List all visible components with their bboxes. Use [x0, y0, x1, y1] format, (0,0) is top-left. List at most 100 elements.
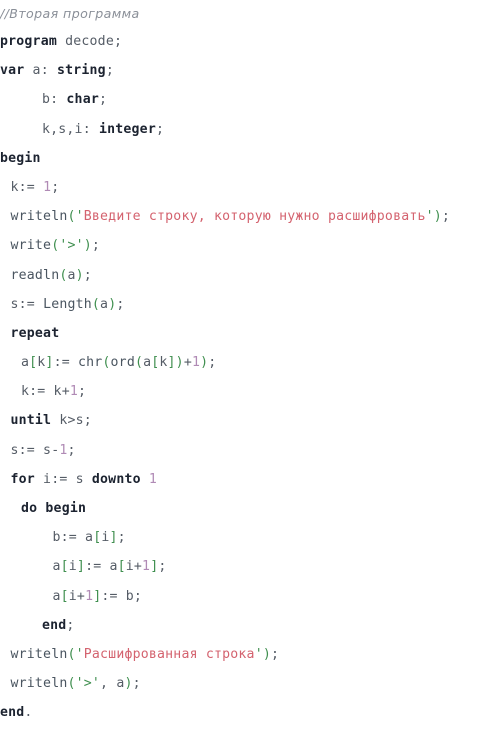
token-op: + [183, 355, 192, 371]
token-kw: begin [45, 501, 87, 516]
code-line: a[i+1]:= b; [0, 582, 500, 611]
token-ident: i [125, 559, 134, 575]
code-line: end; [0, 611, 500, 640]
code-line: end. [0, 698, 500, 727]
code-line: a[i]:= a[i+1]; [0, 552, 500, 581]
token-ident: decode [56, 34, 114, 49]
token-semi: ; [270, 646, 280, 662]
token-semi: ; [98, 92, 108, 108]
token-type: integer [98, 121, 156, 137]
token-semi: ; [91, 238, 101, 254]
token-ident: i [68, 559, 77, 575]
token-punc: ) [75, 267, 84, 283]
token-ident [141, 472, 149, 487]
token-fn: writeln [10, 676, 68, 692]
code-line: var a: string; [0, 56, 500, 85]
token-type: char [66, 92, 99, 108]
code-line: writeln('Расшифрованная строка'); [0, 640, 500, 669]
token-ident: := [53, 355, 78, 371]
token-semi: ; [116, 296, 125, 312]
token-bracket: ] [45, 355, 54, 371]
token-num: 1 [148, 471, 158, 487]
token-ident: b:= a [52, 530, 94, 546]
token-op: + [76, 588, 86, 604]
token-ident: a [52, 588, 61, 604]
code-line: until k>s; [0, 406, 500, 435]
token-ident: , a [100, 676, 125, 692]
token-num: 1 [69, 384, 78, 400]
token-fn: readln [10, 267, 60, 283]
code-line: a[k]:= chr(ord(a[k])+1); [0, 348, 500, 377]
token-semi: ; [83, 413, 92, 429]
token-semi: ; [441, 209, 451, 225]
token-bracket: [ [60, 559, 69, 575]
token-bracket: ] [109, 530, 118, 546]
token-punc: ( [102, 355, 111, 371]
token-ident: k,s,i: [42, 121, 99, 137]
token-punc: ) [262, 646, 271, 662]
token-bracket: [ [117, 559, 126, 575]
token-type: string [56, 63, 106, 79]
code-line: b: char; [0, 85, 500, 114]
token-num: 1 [43, 179, 52, 195]
token-semi: ; [105, 63, 114, 79]
code-line: b:= a[i]; [0, 523, 500, 552]
token-semi: ; [66, 617, 75, 633]
token-ident: := b [101, 588, 134, 604]
token-kw: end [42, 617, 67, 633]
code-line: k,s,i: integer; [0, 115, 500, 144]
token-ident: a [67, 267, 76, 283]
token-ident: i:= s [34, 471, 92, 487]
token-op: + [133, 559, 143, 575]
token-semi: ; [158, 559, 167, 575]
token-semi: ; [117, 530, 126, 546]
token-op: + [61, 384, 70, 400]
token-ident: k>s [51, 413, 84, 429]
token-bracket: [ [60, 588, 69, 604]
token-semi: ; [155, 121, 165, 137]
token-kw: repeat [10, 325, 60, 341]
code-line: write('>'); [0, 231, 500, 260]
token-kw: do [21, 501, 38, 516]
token-punc: ( [134, 355, 144, 371]
token-punc: ) [175, 355, 184, 371]
code-line: k:= k+1; [0, 377, 500, 406]
token-ident: s:= s [10, 442, 52, 458]
token-punc: ) [433, 209, 442, 225]
token-ident: := a [85, 559, 118, 575]
token-semi: . [24, 705, 33, 721]
token-fn: ord [110, 355, 135, 371]
token-strq: ' [254, 646, 263, 662]
token-fn: write [10, 238, 52, 254]
token-strq: '>' [59, 238, 84, 254]
token-num: 1 [191, 355, 201, 371]
token-ident: s:= [10, 296, 44, 312]
code-line: program decode; [0, 27, 500, 56]
code-line: s:= s-1; [0, 436, 500, 465]
token-punc: ) [200, 355, 209, 371]
token-punc: ( [67, 209, 76, 225]
token-strq: ' [75, 209, 84, 225]
token-ident: a [21, 355, 30, 371]
token-fn: writeln [10, 209, 68, 225]
token-strq: '>' [75, 676, 101, 692]
token-fn: Length [43, 296, 92, 312]
code-line: for i:= s downto 1 [0, 465, 500, 494]
token-semi: ; [132, 676, 141, 692]
code-listing: //Вторая программа program decode; var a: … [0, 0, 500, 732]
token-strq: ' [425, 209, 434, 225]
token-punc: ( [67, 676, 76, 692]
token-fn: chr [77, 355, 103, 371]
token-semi: ; [51, 179, 60, 195]
token-semi: ; [83, 267, 92, 283]
code-line: writeln('Введите строку, которую нужно р… [0, 202, 500, 231]
token-strq: ' [75, 646, 84, 662]
token-ident: a: [24, 63, 57, 79]
token-str: Расшифрованная строка [83, 646, 255, 662]
token-num: 1 [85, 588, 94, 604]
token-semi: ; [133, 588, 143, 604]
code-line: do begin [0, 494, 500, 523]
token-str: Введите строку, которую нужно расшифрова… [83, 209, 426, 225]
token-kw: for [10, 471, 35, 487]
token-kw: end [0, 705, 25, 721]
